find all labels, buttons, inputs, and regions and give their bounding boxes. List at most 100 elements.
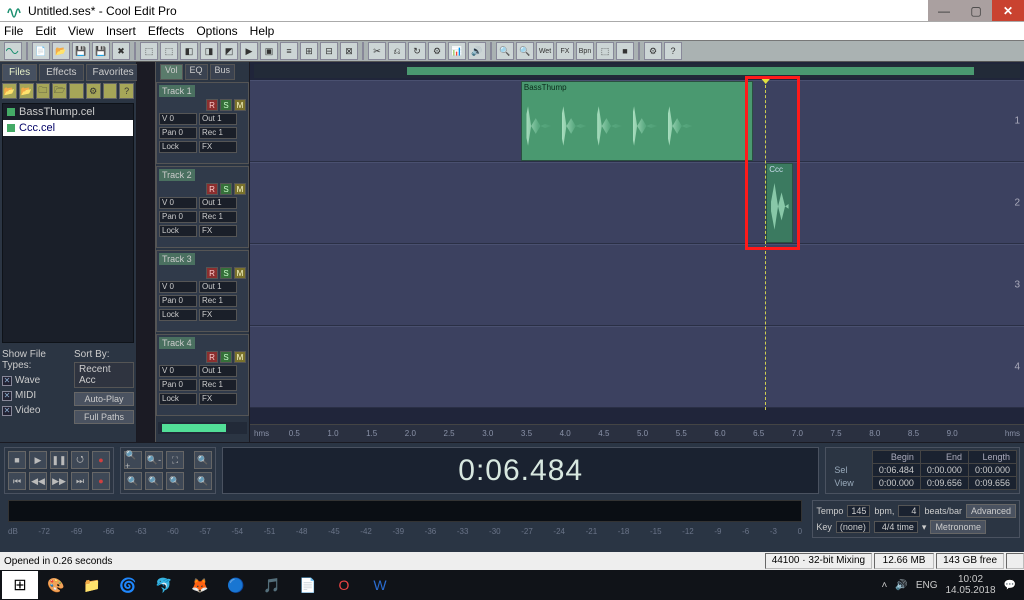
menu-insert[interactable]: Insert (106, 24, 136, 38)
record-arm-button[interactable]: R (206, 351, 218, 363)
taskbar-app-icon[interactable]: W (362, 571, 398, 599)
lock-field[interactable]: Lock (159, 141, 197, 153)
solo-button[interactable]: S (220, 351, 232, 363)
mode-toggle-icon[interactable] (4, 42, 22, 60)
checkbox-wave[interactable]: ✕ (2, 376, 12, 386)
status-resize-grip[interactable] (1006, 553, 1024, 569)
fx-button[interactable]: FX (556, 42, 574, 60)
menu-help[interactable]: Help (250, 24, 275, 38)
track-lane-1[interactable]: BassThump 1 (250, 80, 1024, 162)
output-field[interactable]: Out 1 (199, 365, 237, 377)
play-loop-button[interactable]: ⭯ (71, 451, 89, 469)
solo-button[interactable]: S (220, 99, 232, 111)
checkbox-midi[interactable]: ✕ (2, 391, 12, 401)
track-lane-3[interactable]: 3 (250, 244, 1024, 326)
track-header-1[interactable]: Track 1 RSM V 0Out 1 Pan 0Rec 1 LockFX (156, 82, 249, 164)
maximize-button[interactable]: ▢ (960, 0, 992, 21)
close-file-icon[interactable]: ✖ (112, 42, 130, 60)
track-lane-2[interactable]: Ccc 2 (250, 162, 1024, 244)
record-arm-button[interactable]: R (206, 183, 218, 195)
fx-field[interactable]: FX (199, 393, 237, 405)
tool-icon[interactable]: ↻ (408, 42, 426, 60)
tray-clock[interactable]: 10:02 14.05.2018 (945, 574, 995, 596)
tool-icon[interactable]: 🔍 (516, 42, 534, 60)
splitter[interactable] (137, 62, 155, 442)
info-icon[interactable]: ? (119, 83, 134, 99)
list-item[interactable]: Ccc.cel (3, 120, 133, 136)
tool-icon[interactable]: ≡ (280, 42, 298, 60)
tool-icon[interactable]: ⊟ (320, 42, 338, 60)
options-icon[interactable]: ⚙ (86, 83, 101, 99)
taskbar-app-icon[interactable]: 🎵 (254, 571, 290, 599)
tool-icon[interactable]: ✂ (368, 42, 386, 60)
pan-field[interactable]: Pan 0 (159, 295, 197, 307)
list-item[interactable]: BassThump.cel (3, 104, 133, 120)
tool-icon[interactable]: ⊞ (300, 42, 318, 60)
tab-eq[interactable]: EQ (185, 64, 208, 80)
pause-button[interactable]: ❚❚ (50, 451, 68, 469)
rec-field[interactable]: Rec 1 (199, 211, 237, 223)
tool-icon[interactable]: ▣ (260, 42, 278, 60)
key-dropdown[interactable]: (none) (836, 521, 870, 533)
folder-icon[interactable]: 📂 (19, 83, 34, 99)
pan-field[interactable]: Pan 0 (159, 127, 197, 139)
rec-field[interactable]: Rec 1 (199, 295, 237, 307)
solo-button[interactable]: S (220, 183, 232, 195)
stop-button[interactable]: ■ (8, 451, 26, 469)
settings-icon[interactable]: ⚙ (644, 42, 662, 60)
menu-effects[interactable]: Effects (148, 24, 184, 38)
zoom-reset-button[interactable]: 🔍 (194, 472, 212, 490)
fx-field[interactable]: FX (199, 141, 237, 153)
bpn-button[interactable]: Bpn (576, 42, 594, 60)
tab-effects[interactable]: Effects (39, 64, 83, 81)
checkbox-video[interactable]: ✕ (2, 406, 12, 416)
level-meter[interactable] (8, 500, 802, 522)
record-arm-button[interactable]: R (206, 99, 218, 111)
tray-lang[interactable]: ENG (916, 580, 938, 591)
sel-length[interactable]: 0:00.000 (968, 464, 1016, 477)
sel-begin[interactable]: 0:06.484 (872, 464, 920, 477)
mute-button[interactable]: M (234, 99, 246, 111)
metronome-button[interactable]: Metronome (930, 520, 986, 534)
tool-icon[interactable]: 🔊 (468, 42, 486, 60)
open-icon[interactable]: 📂 (52, 42, 70, 60)
mute-button[interactable]: M (234, 183, 246, 195)
volume-field[interactable]: V 0 (159, 281, 197, 293)
track-header-3[interactable]: Track 3 RSM V 0Out 1 Pan 0Rec 1 LockFX (156, 250, 249, 332)
save-all-icon[interactable]: 💾 (92, 42, 110, 60)
taskbar-app-icon[interactable]: 🔵 (218, 571, 254, 599)
hscroll-thumb[interactable] (162, 424, 226, 432)
goto-start-button[interactable]: ⏮ (8, 472, 26, 490)
zoom-sel-button[interactable]: 🔍 (194, 451, 212, 469)
autoplay-button[interactable]: Auto-Play (74, 392, 134, 406)
volume-field[interactable]: V 0 (159, 113, 197, 125)
zoom-v-fit-button[interactable]: 🔍 (166, 472, 184, 490)
tool-icon[interactable]: ⬚ (160, 42, 178, 60)
taskbar-app-icon[interactable]: O (326, 571, 362, 599)
record-arm-button[interactable]: R (206, 267, 218, 279)
tool-icon[interactable]: ⬚ (140, 42, 158, 60)
sel-end[interactable]: 0:00.000 (920, 464, 968, 477)
tab-favorites[interactable]: Favorites (86, 64, 141, 81)
tool-icon[interactable]: ▶ (240, 42, 258, 60)
view-end[interactable]: 0:09.656 (920, 477, 968, 490)
audio-clip[interactable]: BassThump (521, 81, 753, 161)
taskbar-app-icon[interactable]: 🐬 (146, 571, 182, 599)
new-icon[interactable]: 📄 (32, 42, 50, 60)
volume-field[interactable]: V 0 (159, 197, 197, 209)
tool-icon[interactable]: ■ (616, 42, 634, 60)
menu-file[interactable]: File (4, 24, 23, 38)
play-button[interactable]: ▶ (29, 451, 47, 469)
timeline[interactable]: BassThump 1 Ccc 2 3 4 hms 0.5 1.0 1.5 2.… (250, 62, 1024, 442)
rec-field[interactable]: Rec 1 (199, 379, 237, 391)
lock-field[interactable]: Lock (159, 393, 197, 405)
zoom-v-in-button[interactable]: 🔍 (124, 472, 142, 490)
fx-field[interactable]: FX (199, 225, 237, 237)
goto-end-button[interactable]: ⏭ (71, 472, 89, 490)
track-header-4[interactable]: Track 4 RSM V 0Out 1 Pan 0Rec 1 LockFX (156, 334, 249, 416)
view-begin[interactable]: 0:00.000 (872, 477, 920, 490)
audio-clip[interactable]: Ccc (766, 163, 793, 243)
mute-button[interactable]: M (234, 267, 246, 279)
overview-bar[interactable] (254, 64, 1020, 78)
zoom-fit-button[interactable]: ⛶ (166, 451, 184, 469)
